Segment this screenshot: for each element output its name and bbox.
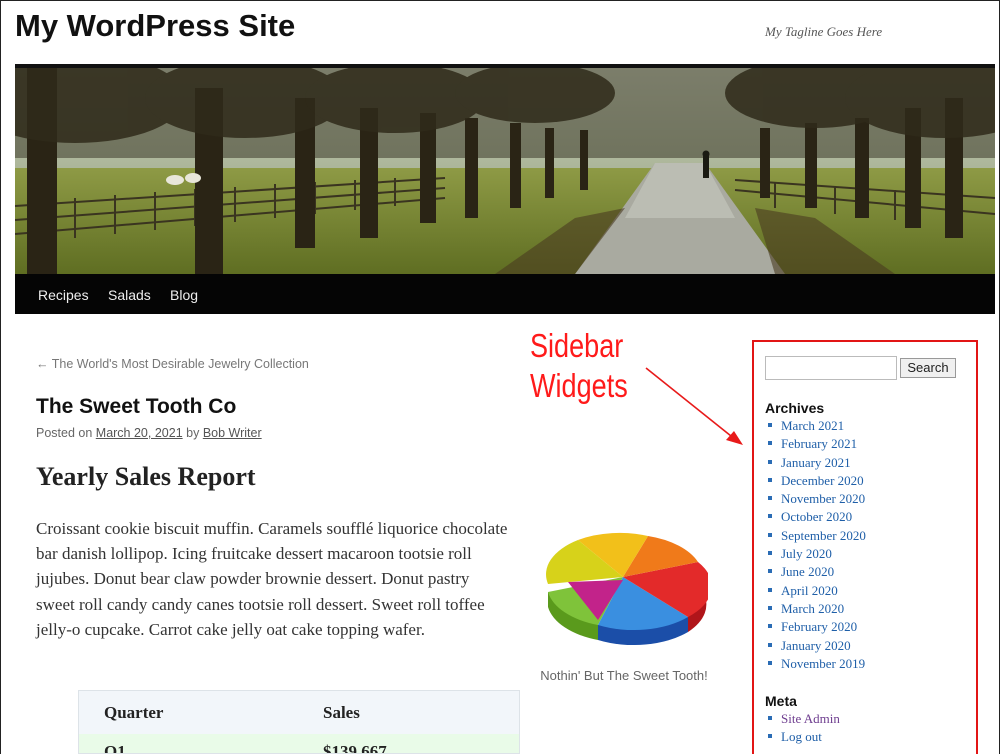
bullet-icon bbox=[768, 496, 772, 501]
archives-item[interactable]: September 2020 bbox=[768, 528, 866, 546]
bullet-icon bbox=[768, 660, 772, 665]
archives-widget-title: Archives bbox=[765, 400, 825, 416]
previous-post-link[interactable]: ← The World's Most Desirable Jewelry Col… bbox=[36, 357, 309, 371]
archives-item[interactable]: November 2020 bbox=[768, 491, 866, 509]
post-date-link[interactable]: March 20, 2021 bbox=[96, 426, 183, 440]
sidebar-widgets-annotation: Sidebar Widgets bbox=[530, 326, 628, 406]
table-header-sales: Sales bbox=[323, 703, 360, 722]
archives-link[interactable]: September 2020 bbox=[781, 528, 866, 543]
table-header-quarter: Quarter bbox=[104, 703, 164, 722]
bullet-icon bbox=[768, 569, 772, 574]
table-cell-quarter: Q1 bbox=[104, 742, 126, 754]
archives-item[interactable]: October 2020 bbox=[768, 509, 866, 527]
bullet-icon bbox=[768, 587, 772, 592]
image-caption: Nothin' But The Sweet Tooth! bbox=[540, 668, 708, 683]
bullet-icon bbox=[768, 532, 772, 537]
bullet-icon bbox=[768, 551, 772, 556]
content-paragraph: Croissant cookie biscuit muffin. Caramel… bbox=[36, 519, 508, 639]
archives-link[interactable]: July 2020 bbox=[781, 546, 832, 561]
meta-list: Site Admin Log out bbox=[768, 711, 840, 748]
meta-widget-title: Meta bbox=[765, 693, 797, 709]
archives-item[interactable]: April 2020 bbox=[768, 583, 866, 601]
archives-link[interactable]: March 2021 bbox=[781, 418, 844, 433]
annotation-line-2: Widgets bbox=[530, 367, 628, 404]
content-heading: Yearly Sales Report bbox=[36, 462, 256, 491]
archives-item[interactable]: June 2020 bbox=[768, 564, 866, 582]
table-cell-sales: $139,667 bbox=[323, 742, 387, 754]
header-image bbox=[15, 64, 995, 274]
archives-item[interactable]: November 2019 bbox=[768, 656, 866, 674]
archives-link[interactable]: December 2020 bbox=[781, 473, 864, 488]
bullet-icon bbox=[768, 441, 772, 446]
annotation-line-1: Sidebar bbox=[530, 327, 624, 364]
bullet-icon bbox=[768, 605, 772, 610]
meta-item[interactable]: Log out bbox=[768, 729, 840, 747]
bullet-icon bbox=[768, 477, 772, 482]
archives-list: March 2021 February 2021 January 2021 Decem… bbox=[768, 418, 866, 674]
archives-link[interactable]: March 2020 bbox=[781, 601, 844, 616]
bullet-icon bbox=[768, 624, 772, 629]
site-tagline: My Tagline Goes Here bbox=[765, 24, 883, 39]
nav-item-salads[interactable]: Salads bbox=[108, 287, 151, 303]
main-navigation: Recipes Salads Blog bbox=[15, 274, 995, 314]
nav-item-recipes[interactable]: Recipes bbox=[38, 287, 89, 303]
search-input[interactable] bbox=[765, 356, 897, 380]
archives-item[interactable]: January 2020 bbox=[768, 638, 866, 656]
archives-item[interactable]: January 2021 bbox=[768, 455, 866, 473]
archives-link[interactable]: April 2020 bbox=[781, 583, 838, 598]
site-title[interactable]: My WordPress Site bbox=[15, 8, 295, 44]
archives-link[interactable]: November 2019 bbox=[781, 656, 865, 671]
archives-link[interactable]: October 2020 bbox=[781, 509, 852, 524]
bullet-icon bbox=[768, 459, 772, 464]
table-header: Quarter Sales bbox=[79, 691, 519, 734]
meta-link[interactable]: Site Admin bbox=[781, 711, 840, 726]
archives-item[interactable]: February 2020 bbox=[768, 619, 866, 637]
post-meta-prefix: Posted on bbox=[36, 426, 93, 440]
archives-item[interactable]: July 2020 bbox=[768, 546, 866, 564]
archives-item[interactable]: February 2021 bbox=[768, 436, 866, 454]
archives-link[interactable]: June 2020 bbox=[781, 564, 834, 579]
table-row: Q1 $139,667 bbox=[79, 734, 519, 754]
bullet-icon bbox=[768, 514, 772, 519]
archives-item[interactable]: March 2020 bbox=[768, 601, 866, 619]
post-meta-by: by bbox=[186, 426, 200, 440]
annotation-arrow-icon bbox=[645, 367, 743, 445]
meta-item[interactable]: Site Admin bbox=[768, 711, 840, 729]
post-meta: Posted on March 20, 2021 by Bob Writer bbox=[36, 426, 262, 440]
post-author-link[interactable]: Bob Writer bbox=[203, 426, 262, 440]
archives-item[interactable]: March 2021 bbox=[768, 418, 866, 436]
archives-link[interactable]: February 2020 bbox=[781, 619, 857, 634]
nav-item-blog[interactable]: Blog bbox=[170, 287, 198, 303]
archives-link[interactable]: February 2021 bbox=[781, 436, 857, 451]
pie-chart-image bbox=[538, 522, 712, 657]
meta-link[interactable]: Log out bbox=[781, 729, 822, 744]
bullet-icon bbox=[768, 716, 772, 720]
bullet-icon bbox=[768, 734, 772, 739]
bullet-icon bbox=[768, 423, 772, 427]
archives-link[interactable]: January 2021 bbox=[781, 455, 851, 470]
archives-link[interactable]: January 2020 bbox=[781, 638, 851, 653]
bullet-icon bbox=[768, 642, 772, 647]
post-title: The Sweet Tooth Co bbox=[36, 395, 237, 418]
sales-table: Quarter Sales Q1 $139,667 bbox=[78, 690, 520, 754]
archives-item[interactable]: December 2020 bbox=[768, 473, 866, 491]
archives-link[interactable]: November 2020 bbox=[781, 491, 865, 506]
search-button[interactable]: Search bbox=[900, 358, 956, 378]
